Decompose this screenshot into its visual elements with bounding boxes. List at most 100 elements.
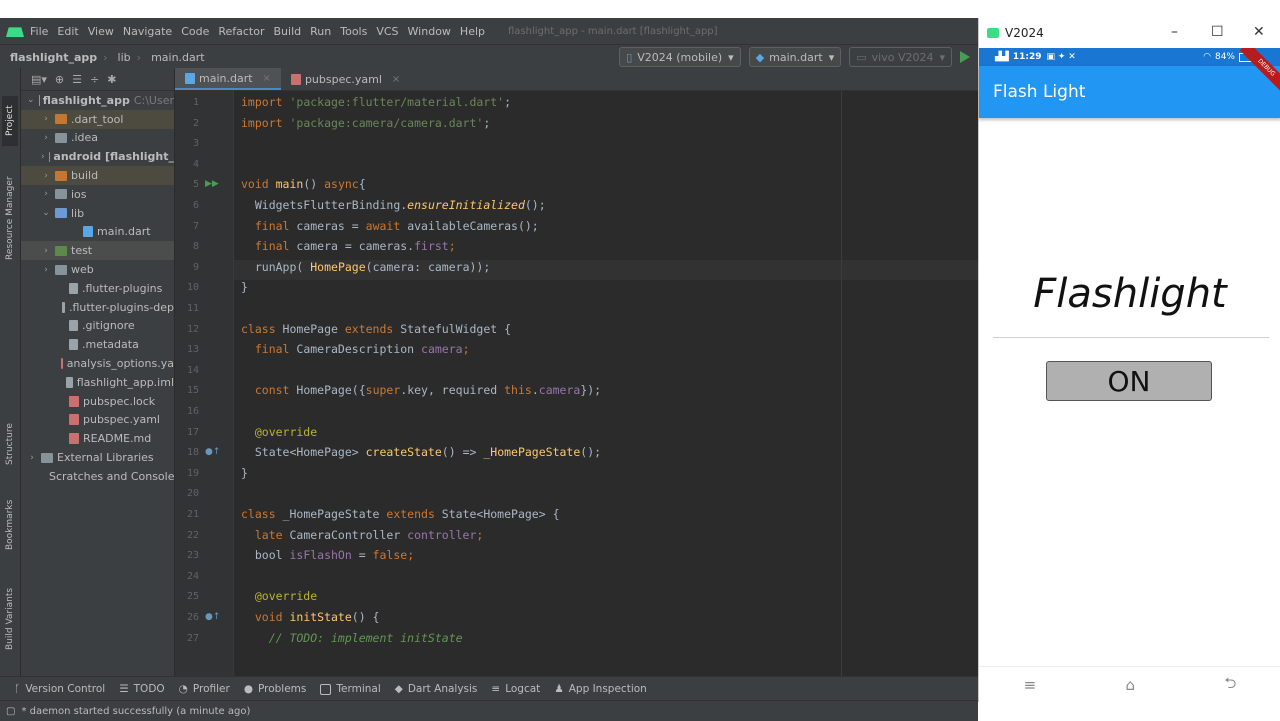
tree-item-label: ios [71,188,87,201]
menu-view[interactable]: View [88,25,114,38]
code-token: class [241,507,283,521]
run-config-selector[interactable]: ◆ main.dart ▾ [749,47,842,67]
tree-item[interactable]: .metadata [21,335,174,354]
tool-todo[interactable]: ☰TODO [119,683,164,695]
tool-dart-analysis[interactable]: ◆Dart Analysis [395,683,478,695]
tree-item[interactable]: .flutter-plugins-dep [21,298,174,317]
line-number: 2 [175,118,199,129]
home-icon[interactable]: ⌂ [1126,676,1136,694]
gear-icon[interactable]: ✱ [107,73,116,86]
code-token: main [276,177,304,191]
chevron-right-icon[interactable]: › [41,133,51,143]
chevron-right-icon[interactable]: › [41,152,45,162]
maximize-icon[interactable]: ☐ [1211,24,1224,40]
run-gutter-icon[interactable]: ▶▶ [205,179,219,189]
tree-item[interactable]: flashlight_app.iml [21,373,174,392]
collapse-icon[interactable]: ☰ [72,73,82,86]
menu-vcs[interactable]: VCS [376,25,398,38]
yaml-icon [69,396,79,407]
menu-help[interactable]: Help [460,25,485,38]
minimize-icon[interactable]: – [1171,24,1178,40]
tree-item[interactable]: › ios [21,185,174,204]
tree-item[interactable]: ⌄lib [21,204,174,223]
override-gutter-icon[interactable]: ●↑ [205,447,220,457]
tab-bookmarks[interactable]: Bookmarks [2,496,18,554]
tree-item[interactable]: ⌄flashlight_appC:\User [21,91,174,110]
breadcrumb-separator: › [103,51,107,64]
tree-item[interactable]: analysis_options.ya [21,354,174,373]
editor-tabs: main.dart × pubspec.yaml × [175,68,978,91]
code-token: .key, required [400,383,504,397]
android-studio-icon [6,25,24,37]
project-view-icon[interactable]: ▤▾ [31,73,47,86]
tab-project[interactable]: Project [2,96,18,146]
tree-item[interactable]: ›.idea [21,129,174,148]
menu-run[interactable]: Run [310,25,331,38]
chevron-down-icon[interactable]: ⌄ [41,208,51,218]
menu-build[interactable]: Build [274,25,302,38]
chevron-down-icon[interactable]: ⌄ [27,95,35,105]
menu-tools[interactable]: Tools [340,25,367,38]
tree-item[interactable]: .flutter-plugins [21,279,174,298]
tree-item[interactable]: pubspec.lock [21,392,174,411]
breadcrumb-lib[interactable]: lib [118,51,131,64]
tree-item[interactable]: ›android [flashlight_ [21,147,174,166]
menu-icon[interactable]: ≡ [1024,676,1037,694]
code-editor[interactable]: 1import 'package:flutter/material.dart';… [175,91,978,676]
override-gutter-icon[interactable]: ●↑ [205,612,220,622]
tab-build-variants[interactable]: Build Variants [2,582,18,656]
target-device-selector[interactable]: ▭ vivo V2024 ▾ [849,47,952,67]
expand-icon[interactable]: ÷ [90,73,99,86]
close-icon[interactable]: × [263,73,271,84]
menu-file[interactable]: File [30,25,48,38]
back-icon[interactable]: ⮌ [1224,673,1236,698]
tab-resource-manager[interactable]: Resource Manager [2,168,18,268]
on-button[interactable]: ON [1046,361,1212,401]
tree-item[interactable]: ›.dart_tool [21,110,174,129]
file-icon [66,377,73,388]
chevron-right-icon[interactable]: › [27,453,37,463]
code-token: import [241,116,289,130]
tool-terminal[interactable]: Terminal [320,683,380,695]
tab-pubspec-yaml[interactable]: pubspec.yaml × [281,68,410,90]
chevron-right-icon[interactable]: › [41,265,51,275]
chevron-right-icon[interactable]: › [41,189,51,199]
tree-item[interactable]: .gitignore [21,317,174,336]
file-icon [69,339,78,350]
tool-profiler[interactable]: ◔Profiler [179,683,230,695]
tool-logcat[interactable]: ≡Logcat [491,683,540,695]
menu-edit[interactable]: Edit [57,25,78,38]
tree-item[interactable]: main.dart [21,223,174,242]
tree-item[interactable]: ›External Libraries [21,448,174,467]
chevron-right-icon[interactable]: › [41,171,51,181]
tab-main-dart[interactable]: main.dart × [175,68,281,90]
tree-item[interactable]: Scratches and Console [21,467,174,486]
code-token: camera [539,383,581,397]
tree-item[interactable]: pubspec.yaml [21,411,174,430]
device-selector[interactable]: ▯ V2024 (mobile) ▾ [619,47,741,67]
locate-icon[interactable]: ⊕ [55,73,64,86]
run-icon[interactable] [960,51,970,63]
breadcrumb-main-dart[interactable]: main.dart [151,51,205,64]
menu-code[interactable]: Code [181,25,209,38]
close-icon[interactable]: × [392,74,400,85]
tree-item[interactable]: ›test [21,241,174,260]
window-toggle-icon[interactable]: ▢ [6,706,15,717]
tree-item[interactable]: ›build [21,166,174,185]
close-icon[interactable]: ✕ [1253,24,1265,40]
dart-file-icon [185,73,195,84]
tool-problems[interactable]: ●Problems [244,683,307,695]
chevron-right-icon[interactable]: › [41,246,51,256]
menu-refactor[interactable]: Refactor [218,25,264,38]
code-token: ; [407,548,414,562]
chevron-right-icon[interactable]: › [41,114,51,124]
menu-navigate[interactable]: Navigate [123,25,172,38]
tool-version-control[interactable]: ᚴVersion Control [14,683,105,695]
breadcrumb-project[interactable]: flashlight_app [10,51,97,64]
tree-item[interactable]: README.md [21,429,174,448]
tool-app-inspection[interactable]: ♟App Inspection [554,683,647,695]
tree-item[interactable]: ›web [21,260,174,279]
tool-label: Logcat [505,683,540,695]
tab-structure[interactable]: Structure [2,416,18,472]
menu-window[interactable]: Window [408,25,451,38]
